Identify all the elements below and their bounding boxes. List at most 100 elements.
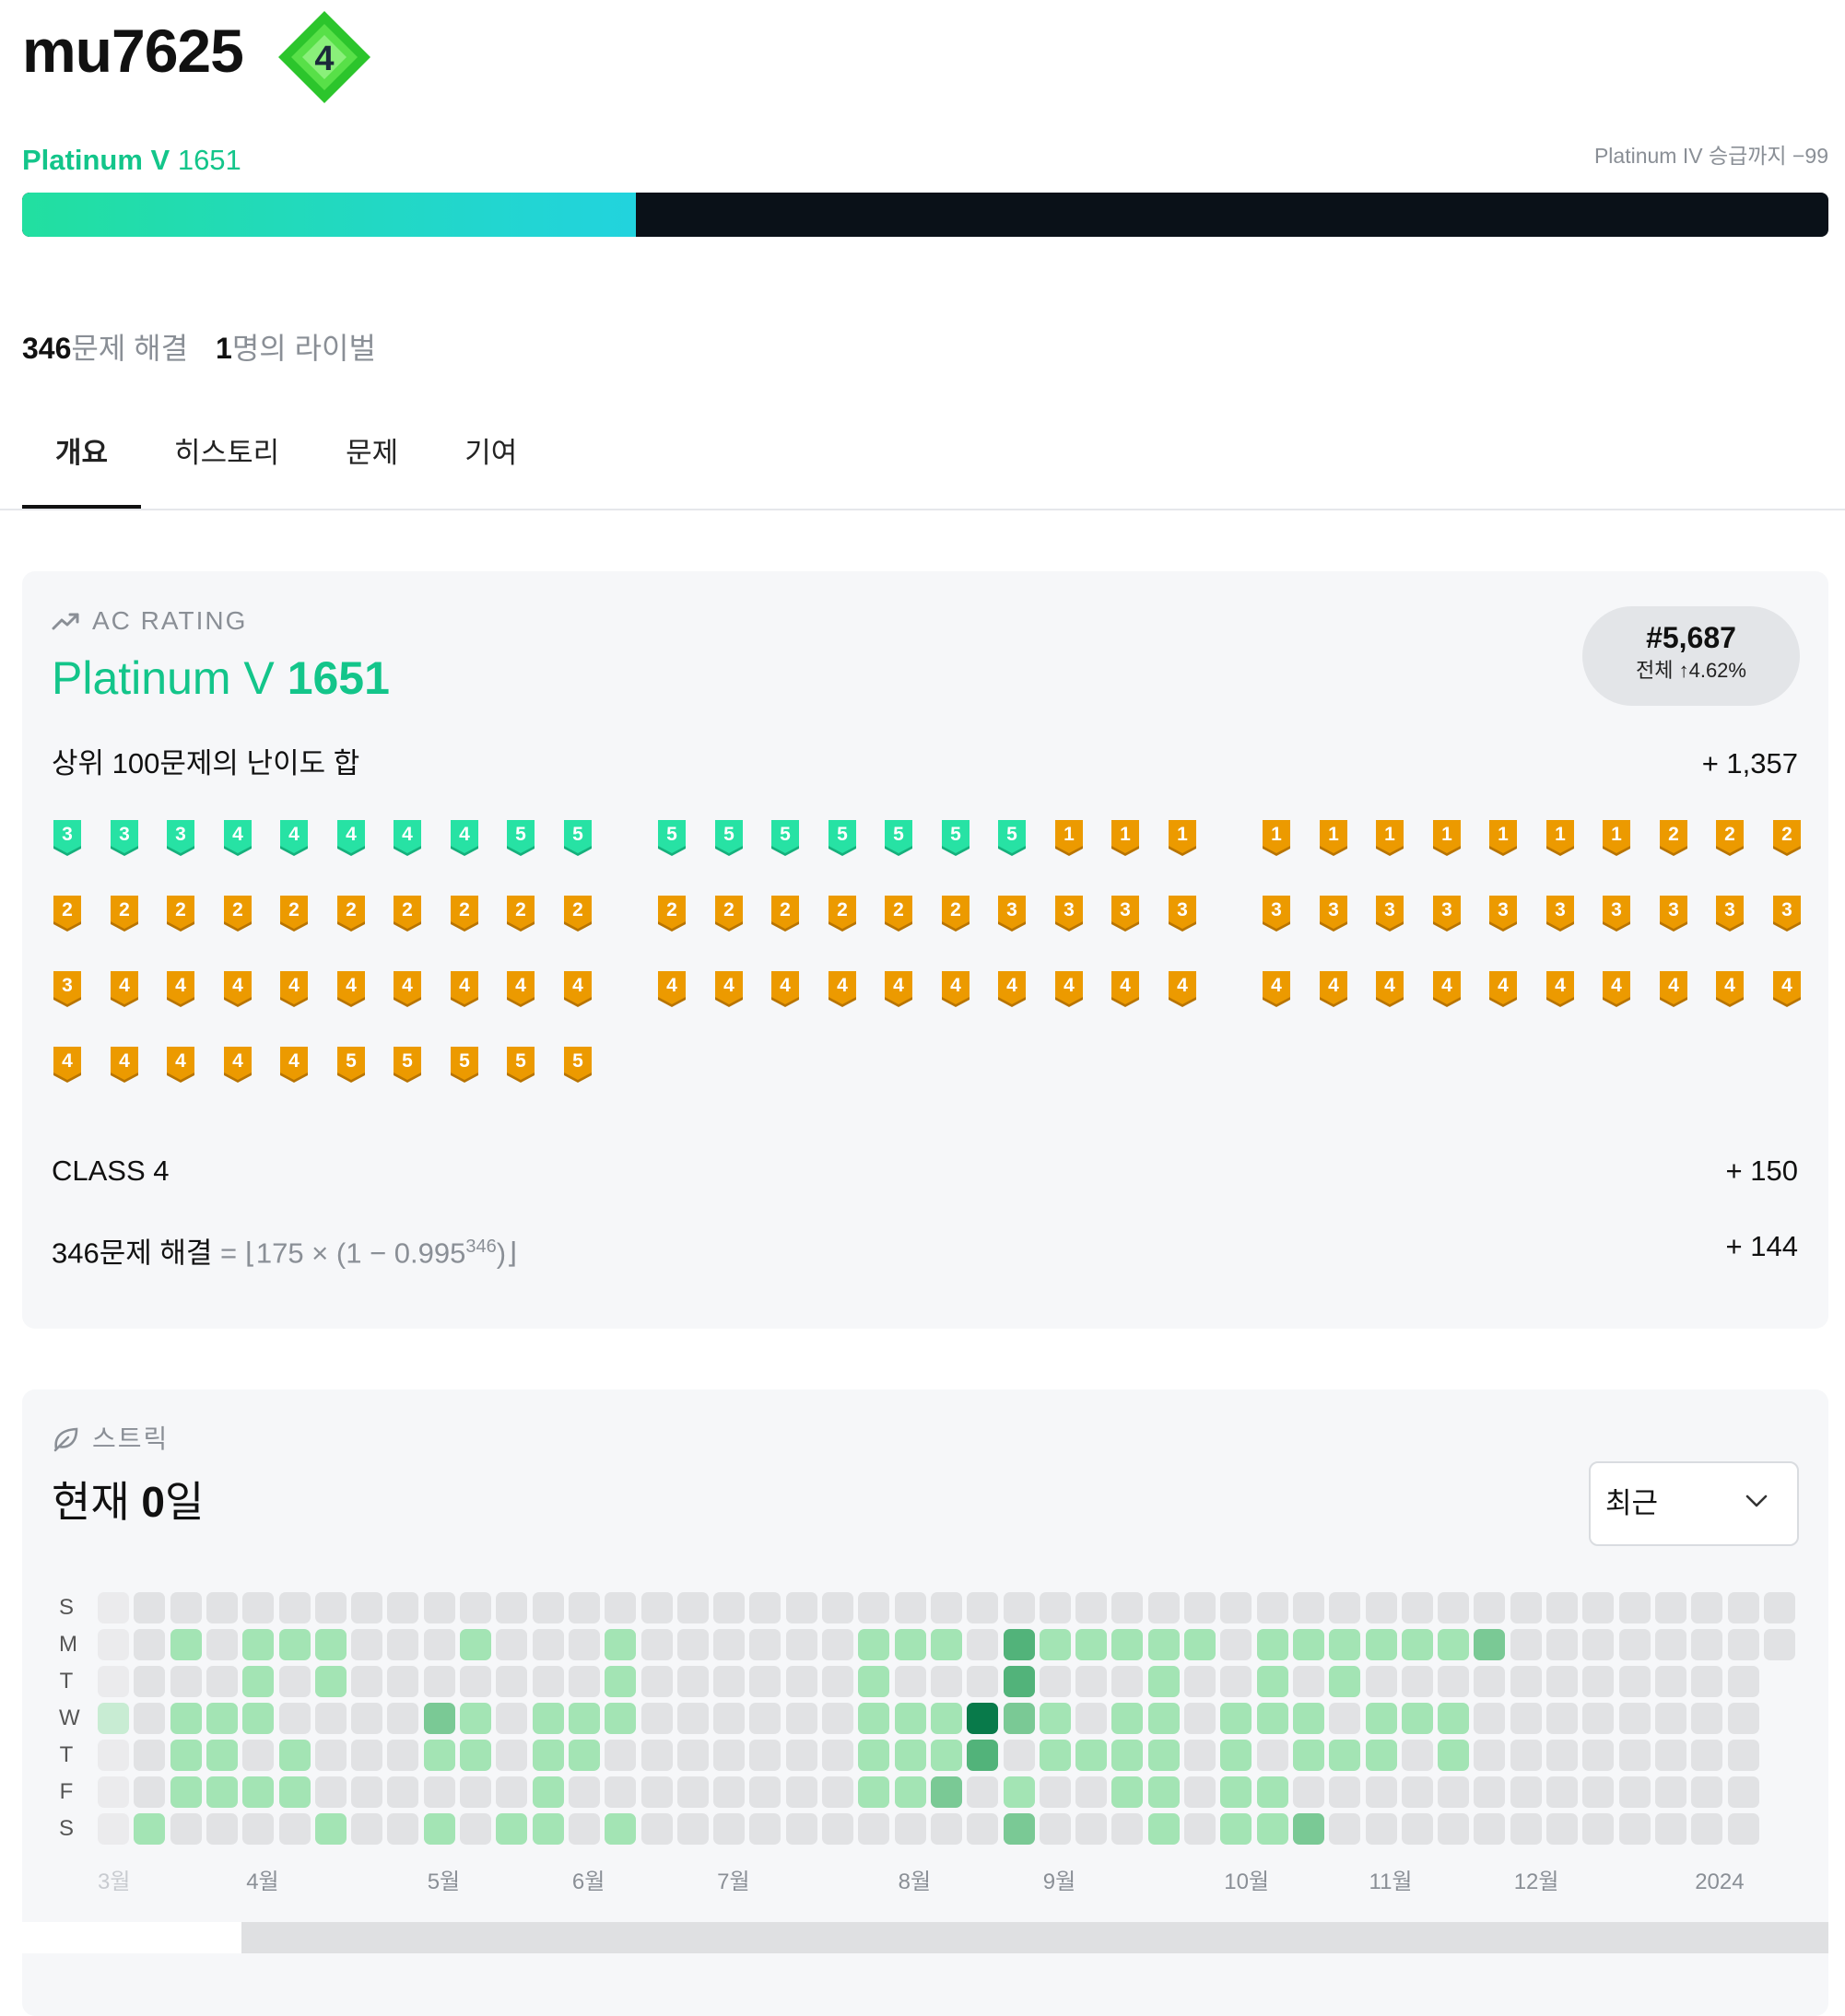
streak-day-cell[interactable] (1147, 1776, 1180, 1808)
streak-day-cell[interactable] (822, 1813, 853, 1845)
streak-day-cell[interactable] (1256, 1740, 1288, 1771)
streak-day-cell[interactable] (1184, 1703, 1216, 1734)
streak-day-cell[interactable] (170, 1666, 202, 1697)
streak-day-cell[interactable] (713, 1703, 746, 1734)
streak-day-cell[interactable] (1039, 1666, 1071, 1697)
streak-day-cell[interactable] (1292, 1813, 1324, 1845)
streak-day-cell[interactable] (640, 1813, 673, 1845)
streak-day-cell[interactable] (1654, 1740, 1686, 1771)
streak-day-cell[interactable] (676, 1592, 709, 1623)
streak-day-cell[interactable] (206, 1592, 238, 1623)
streak-day-cell[interactable] (1075, 1703, 1108, 1734)
streak-day-cell[interactable] (170, 1629, 202, 1660)
streak-day-cell[interactable] (134, 1666, 166, 1697)
heatmap-scrollbar-track[interactable] (22, 1922, 1828, 1953)
streak-day-cell[interactable] (1727, 1666, 1759, 1697)
streak-day-cell[interactable] (568, 1666, 600, 1697)
streak-day-cell[interactable] (1147, 1703, 1180, 1734)
streak-day-cell[interactable] (423, 1666, 455, 1697)
streak-day-cell[interactable] (967, 1776, 999, 1808)
streak-day-cell[interactable] (930, 1629, 962, 1660)
streak-day-cell[interactable] (1582, 1666, 1615, 1697)
streak-day-cell[interactable] (640, 1666, 673, 1697)
streak-day-cell[interactable] (568, 1703, 600, 1734)
streak-day-cell[interactable] (1039, 1776, 1071, 1808)
streak-day-cell[interactable] (713, 1740, 746, 1771)
streak-day-cell[interactable] (1220, 1592, 1252, 1623)
streak-day-cell[interactable] (568, 1813, 600, 1845)
streak-day-cell[interactable] (822, 1776, 853, 1808)
streak-day-cell[interactable] (1510, 1666, 1542, 1697)
streak-day-cell[interactable] (1401, 1703, 1433, 1734)
streak-day-cell[interactable] (930, 1740, 962, 1771)
streak-day-cell[interactable] (1111, 1813, 1144, 1845)
streak-day-cell[interactable] (423, 1813, 455, 1845)
streak-day-cell[interactable] (1256, 1813, 1288, 1845)
streak-day-cell[interactable] (749, 1666, 781, 1697)
streak-range-select[interactable]: 최근 (1589, 1461, 1799, 1546)
streak-day-cell[interactable] (568, 1740, 600, 1771)
streak-day-cell[interactable] (351, 1666, 383, 1697)
streak-day-cell[interactable] (749, 1592, 781, 1623)
streak-day-cell[interactable] (98, 1666, 129, 1697)
streak-day-cell[interactable] (351, 1629, 383, 1660)
streak-day-cell[interactable] (206, 1666, 238, 1697)
streak-day-cell[interactable] (1075, 1666, 1108, 1697)
streak-day-cell[interactable] (894, 1592, 926, 1623)
streak-day-cell[interactable] (858, 1776, 890, 1808)
streak-day-cell[interactable] (1510, 1703, 1542, 1734)
streak-day-cell[interactable] (1184, 1592, 1216, 1623)
streak-day-cell[interactable] (278, 1776, 311, 1808)
streak-day-cell[interactable] (242, 1813, 275, 1845)
streak-day-cell[interactable] (1763, 1629, 1795, 1660)
streak-day-cell[interactable] (1111, 1776, 1144, 1808)
streak-day-cell[interactable] (1727, 1813, 1759, 1845)
rival-suffix[interactable]: 명의 라이벌 (232, 332, 376, 365)
streak-day-cell[interactable] (496, 1666, 528, 1697)
streak-day-cell[interactable] (640, 1703, 673, 1734)
streak-day-cell[interactable] (1365, 1776, 1397, 1808)
streak-day-cell[interactable] (713, 1592, 746, 1623)
streak-day-cell[interactable] (785, 1776, 817, 1808)
streak-day-cell[interactable] (1184, 1629, 1216, 1660)
streak-day-cell[interactable] (822, 1740, 853, 1771)
streak-day-cell[interactable] (314, 1592, 347, 1623)
streak-day-cell[interactable] (278, 1740, 311, 1771)
streak-day-cell[interactable] (894, 1666, 926, 1697)
streak-day-cell[interactable] (351, 1592, 383, 1623)
streak-day-cell[interactable] (1474, 1776, 1506, 1808)
streak-day-cell[interactable] (1763, 1592, 1795, 1623)
streak-day-cell[interactable] (496, 1629, 528, 1660)
streak-day-cell[interactable] (858, 1813, 890, 1845)
streak-day-cell[interactable] (713, 1813, 746, 1845)
streak-day-cell[interactable] (605, 1703, 637, 1734)
streak-day-cell[interactable] (1582, 1740, 1615, 1771)
streak-day-cell[interactable] (930, 1592, 962, 1623)
streak-day-cell[interactable] (496, 1776, 528, 1808)
streak-day-cell[interactable] (713, 1666, 746, 1697)
streak-day-cell[interactable] (1329, 1666, 1361, 1697)
streak-day-cell[interactable] (1546, 1813, 1578, 1845)
streak-day-cell[interactable] (1075, 1740, 1108, 1771)
tab-overview[interactable]: 개요 (22, 424, 142, 509)
streak-day-cell[interactable] (1654, 1813, 1686, 1845)
streak-day-cell[interactable] (134, 1629, 166, 1660)
streak-day-cell[interactable] (1618, 1740, 1651, 1771)
streak-day-cell[interactable] (134, 1813, 166, 1845)
streak-day-cell[interactable] (1438, 1740, 1470, 1771)
streak-day-cell[interactable] (640, 1740, 673, 1771)
streak-day-cell[interactable] (1691, 1666, 1723, 1697)
streak-day-cell[interactable] (423, 1740, 455, 1771)
streak-day-cell[interactable] (1474, 1666, 1506, 1697)
streak-day-cell[interactable] (1691, 1776, 1723, 1808)
streak-day-cell[interactable] (1292, 1592, 1324, 1623)
streak-day-cell[interactable] (1510, 1592, 1542, 1623)
rank-pill[interactable]: #5,687 전체 ↑4.62% (1582, 606, 1800, 706)
streak-day-cell[interactable] (1184, 1776, 1216, 1808)
streak-day-cell[interactable] (278, 1666, 311, 1697)
streak-day-cell[interactable] (1365, 1813, 1397, 1845)
streak-day-cell[interactable] (1111, 1703, 1144, 1734)
streak-day-cell[interactable] (605, 1666, 637, 1697)
streak-day-cell[interactable] (1292, 1666, 1324, 1697)
streak-day-cell[interactable] (387, 1813, 419, 1845)
